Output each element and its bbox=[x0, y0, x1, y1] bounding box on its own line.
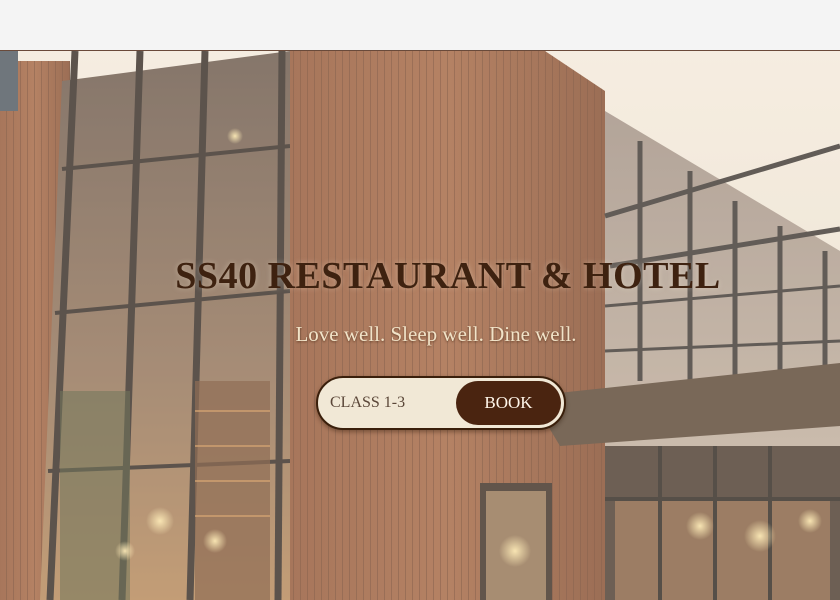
hero-subtitle: Love well. Sleep well. Dine well. bbox=[295, 322, 577, 346]
hero-title: SS40 RESTAURANT & HOTEL bbox=[175, 255, 721, 297]
hero-section: SS40 RESTAURANT & HOTEL Love well. Sleep… bbox=[0, 51, 840, 600]
top-navbar bbox=[0, 0, 840, 50]
booking-form: BOOK bbox=[316, 376, 566, 430]
book-button[interactable]: BOOK bbox=[456, 381, 561, 425]
class-input[interactable] bbox=[330, 378, 450, 428]
